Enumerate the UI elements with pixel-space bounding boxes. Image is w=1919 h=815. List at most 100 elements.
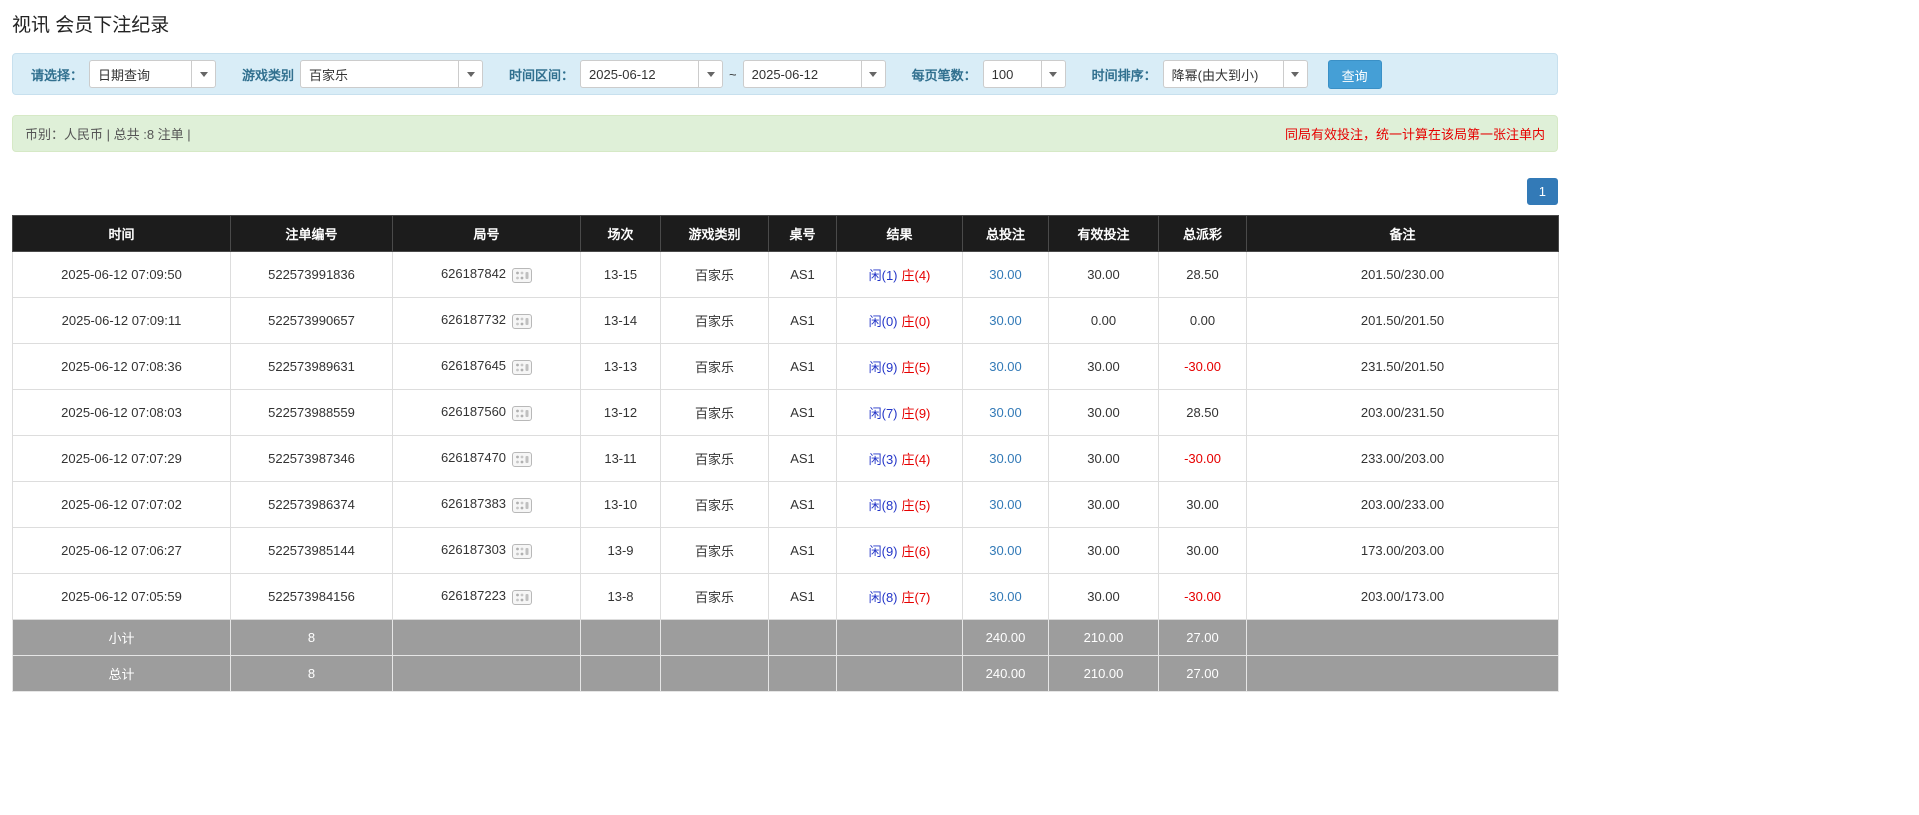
total-bet-link[interactable]: 30.00 [989, 497, 1022, 512]
game-detail-icon[interactable] [512, 498, 532, 513]
cell-note: 203.00/231.50 [1247, 390, 1559, 436]
cell-total-bet: 30.00 [963, 482, 1049, 528]
subtotal-label: 小计 [13, 620, 231, 656]
cell-time: 2025-06-12 07:09:50 [13, 252, 231, 298]
result-player: 闲(9) [869, 360, 898, 375]
cell-round-id: 626187560 [393, 390, 581, 436]
total-bet-link[interactable]: 30.00 [989, 543, 1022, 558]
select-type-dropdown-button[interactable] [191, 60, 216, 88]
cell-game-type: 百家乐 [661, 344, 769, 390]
cell-total-bet: 30.00 [963, 298, 1049, 344]
game-detail-icon[interactable] [512, 544, 532, 559]
total-bet-link[interactable]: 30.00 [989, 267, 1022, 282]
game-detail-icon[interactable] [512, 268, 532, 283]
date-to-dropdown-button[interactable] [861, 60, 886, 88]
cell-session: 13-11 [581, 436, 661, 482]
game-detail-icon[interactable] [512, 590, 532, 605]
cell-note: 203.00/233.00 [1247, 482, 1559, 528]
valid-bet-notice-text: 同局有效投注，统一计算在该局第一张注单内 [1285, 124, 1545, 143]
date-from-dropdown-button[interactable] [698, 60, 723, 88]
cell-valid-bet: 0.00 [1049, 298, 1159, 344]
header-time: 时间 [13, 216, 231, 252]
cell-round-id: 626187223 [393, 574, 581, 620]
page-title: 视讯 会员下注纪录 [12, 10, 1558, 37]
subtotal-empty [393, 620, 581, 656]
cell-payout: 30.00 [1159, 482, 1247, 528]
total-empty [661, 656, 769, 692]
total-bet-link[interactable]: 30.00 [989, 451, 1022, 466]
cell-table-no: AS1 [769, 390, 837, 436]
cell-game-type: 百家乐 [661, 436, 769, 482]
round-id-text: 626187470 [441, 450, 506, 465]
chevron-down-icon [707, 72, 715, 77]
table-row: 2025-06-12 07:08:36522573989631626187645… [13, 344, 1559, 390]
per-page-input[interactable] [983, 60, 1041, 88]
table-row: 2025-06-12 07:08:03522573988559626187560… [13, 390, 1559, 436]
date-range-label: 时间区间： [509, 65, 574, 84]
cell-round-id: 626187303 [393, 528, 581, 574]
chevron-down-icon [1049, 72, 1057, 77]
per-page-dropdown-button[interactable] [1041, 60, 1066, 88]
cell-note: 201.50/230.00 [1247, 252, 1559, 298]
date-from-combobox [580, 60, 723, 88]
total-bet-link[interactable]: 30.00 [989, 589, 1022, 604]
page-button-1[interactable]: 1 [1527, 178, 1558, 205]
header-total-bet: 总投注 [963, 216, 1049, 252]
cell-total-bet: 30.00 [963, 436, 1049, 482]
cell-game-type: 百家乐 [661, 574, 769, 620]
game-detail-icon[interactable] [512, 314, 532, 329]
time-sort-label: 时间排序： [1092, 65, 1157, 84]
date-to-input[interactable] [743, 60, 861, 88]
select-type-input[interactable] [89, 60, 191, 88]
round-id-text: 626187732 [441, 312, 506, 327]
table-row: 2025-06-12 07:09:11522573990657626187732… [13, 298, 1559, 344]
result-player: 闲(0) [869, 314, 898, 329]
total-empty [769, 656, 837, 692]
total-bet-link[interactable]: 30.00 [989, 405, 1022, 420]
cell-round-id: 626187645 [393, 344, 581, 390]
cell-game-type: 百家乐 [661, 482, 769, 528]
table-row: 2025-06-12 07:07:29522573987346626187470… [13, 436, 1559, 482]
cell-total-bet: 30.00 [963, 574, 1049, 620]
time-sort-dropdown-button[interactable] [1283, 60, 1308, 88]
game-type-dropdown-button[interactable] [458, 60, 483, 88]
chevron-down-icon [869, 72, 877, 77]
cell-valid-bet: 30.00 [1049, 436, 1159, 482]
header-table-no: 桌号 [769, 216, 837, 252]
game-detail-icon[interactable] [512, 452, 532, 467]
pagination: 1 [12, 178, 1558, 205]
cell-time: 2025-06-12 07:08:03 [13, 390, 231, 436]
time-sort-input[interactable] [1163, 60, 1283, 88]
total-bet-link[interactable]: 30.00 [989, 359, 1022, 374]
table-header: 时间 注单编号 局号 场次 游戏类别 桌号 结果 总投注 有效投注 总派彩 备注 [13, 216, 1559, 252]
total-count: 8 [231, 656, 393, 692]
chevron-down-icon [1291, 72, 1299, 77]
result-banker: 庄(7) [902, 590, 931, 605]
select-type-combobox [89, 60, 216, 88]
query-button[interactable]: 查询 [1328, 60, 1382, 89]
cell-session: 13-10 [581, 482, 661, 528]
total-valid-bet: 210.00 [1049, 656, 1159, 692]
table-row: 2025-06-12 07:09:50522573991836626187842… [13, 252, 1559, 298]
total-empty [581, 656, 661, 692]
round-id-text: 626187645 [441, 358, 506, 373]
result-banker: 庄(4) [902, 452, 931, 467]
subtotal-row: 小计 8 240.00 210.00 27.00 [13, 620, 1559, 656]
cell-table-no: AS1 [769, 252, 837, 298]
game-detail-icon[interactable] [512, 360, 532, 375]
game-type-input[interactable] [300, 60, 458, 88]
total-empty [393, 656, 581, 692]
cell-bet-id: 522573984156 [231, 574, 393, 620]
total-bet-link[interactable]: 30.00 [989, 313, 1022, 328]
result-banker: 庄(5) [902, 360, 931, 375]
result-player: 闲(3) [869, 452, 898, 467]
result-banker: 庄(5) [902, 498, 931, 513]
cell-result: 闲(7)庄(9) [837, 390, 963, 436]
cell-table-no: AS1 [769, 436, 837, 482]
subtotal-empty [837, 620, 963, 656]
cell-payout: 30.00 [1159, 528, 1247, 574]
game-detail-icon[interactable] [512, 406, 532, 421]
per-page-combobox [983, 60, 1066, 88]
cell-bet-id: 522573989631 [231, 344, 393, 390]
date-from-input[interactable] [580, 60, 698, 88]
